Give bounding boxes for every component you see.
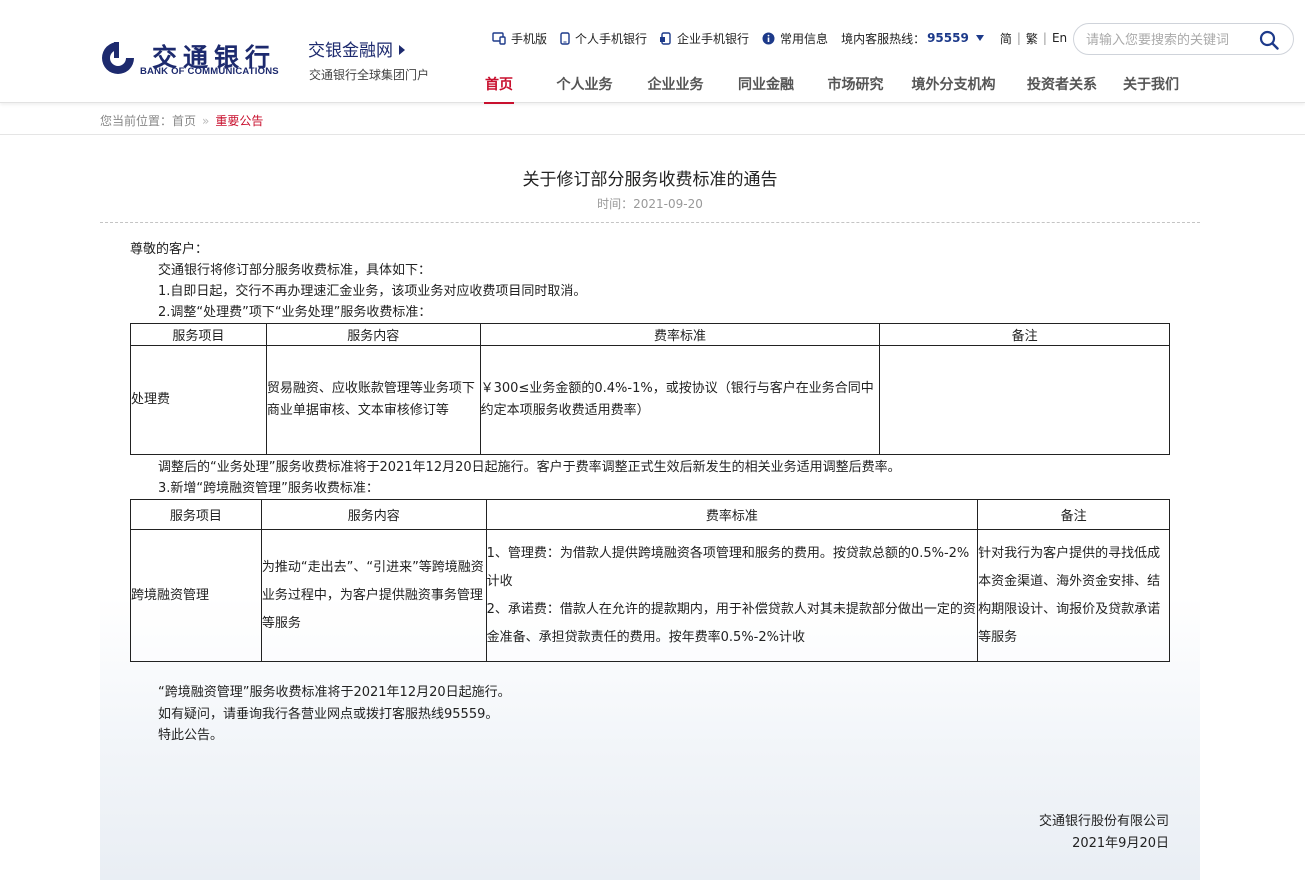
site-name-link[interactable]: 交银金融网 (308, 36, 405, 61)
hotline-label: 境内客服热线： (841, 31, 926, 46)
nav-about[interactable]: 关于我们 (1106, 70, 1196, 102)
table-cell-rate: 1、管理费：为借款人提供跨境融资各项管理和服务的费用。按贷款总额的0.5%-2%… (485, 529, 979, 662)
table-header-cell: 服务内容 (265, 323, 481, 346)
table-cell-remark: 针对我行为客户提供的寻找低成本资金渠道、海外资金安排、结构期限设计、询报价及贷款… (977, 529, 1170, 662)
mobile-version-label: 手机版 (511, 31, 548, 46)
breadcrumb-separator: » (202, 114, 210, 128)
signature-company: 交通银行股份有限公司 (1038, 814, 1169, 829)
table-header-cell: 服务项目 (130, 323, 267, 346)
table-row: 跨境融资管理 为推动“走出去”、“引进来”等跨境融资业务过程中，为客户提供融资事… (130, 529, 1170, 662)
triangle-right-icon (399, 45, 405, 55)
item-1: 1.自即日起，交行不再办理速汇金业务，该项业务对应收费项目同时取消。 (158, 284, 587, 299)
lang-simplified-link[interactable]: 简 (1000, 30, 1012, 47)
info-icon (762, 32, 775, 44)
hotline-number: 95559 (927, 31, 969, 45)
corporate-mobile-banking-link[interactable]: 企业手机银行 (660, 30, 749, 47)
site-name-label: 交银金融网 (308, 41, 393, 61)
table-cell-content: 贸易融资、应收账款管理等业务项下商业单据审核、文本审核修订等 (265, 345, 481, 455)
breadcrumb: 您当前位置：首页 » 重要公告 (100, 112, 263, 129)
common-info-label: 常用信息 (780, 31, 829, 46)
lang-traditional-link[interactable]: 繁 (1026, 30, 1038, 47)
table-header-row: 服务项目 服务内容 费率标准 备注 (130, 323, 1170, 346)
nav-interbank[interactable]: 同业金融 (710, 70, 822, 102)
breadcrumb-current[interactable]: 重要公告 (215, 114, 263, 128)
table-header-cell: 费率标准 (479, 323, 881, 346)
table-header-cell: 服务内容 (260, 499, 487, 530)
table-header-cell: 备注 (977, 499, 1170, 530)
item-2-note: 调整后的“业务处理”服务收费标准将于2021年12月20日起施行。客户于费率调整… (158, 460, 901, 475)
lang-divider: | (1016, 31, 1021, 45)
bank-logo[interactable]: 交通银行 BANK OF COMMUNICATIONS (100, 38, 300, 78)
breadcrumb-prefix: 您当前位置： (100, 114, 173, 128)
lang-english-link[interactable]: En (1052, 31, 1067, 45)
bank-logo-icon (102, 42, 134, 74)
closing-paragraph: 特此公告。 (158, 728, 224, 743)
table-cell-item: 跨境融资管理 (130, 529, 262, 662)
nav-home[interactable]: 首页 (470, 70, 528, 104)
table-header-cell: 费率标准 (485, 499, 979, 530)
processing-fee-table: 服务项目 服务内容 费率标准 备注 处理费 贸易融资、应收账款管理等业务项下商业… (130, 323, 1170, 455)
page-title: 关于修订部分服务收费标准的通告 (522, 170, 778, 190)
table-row: 处理费 贸易融资、应收账款管理等业务项下商业单据审核、文本审核修订等 ￥300≤… (130, 345, 1170, 455)
phone-icon (560, 31, 570, 45)
nav-overseas[interactable]: 境外分支机构 (889, 70, 1018, 102)
search-input[interactable] (1086, 30, 1256, 50)
contact-paragraph: 如有疑问，请垂询我行各营业网点或拨打客服热线95559。 (158, 707, 499, 722)
hotline-dropdown[interactable]: 境内客服热线： 95559 (841, 30, 1000, 47)
item-3-note: “跨境融资管理”服务收费标准将于2021年12月20日起施行。 (158, 685, 511, 700)
table-cell-item: 处理费 (130, 345, 267, 455)
logo-english-text: BANK OF COMMUNICATIONS (140, 66, 279, 77)
chevron-down-icon (975, 35, 984, 41)
corporate-phone-icon (660, 31, 671, 45)
table-header-row: 服务项目 服务内容 费率标准 备注 (130, 499, 1170, 530)
signature-date: 2021年9月20日 (1072, 836, 1169, 851)
lang-divider: | (1042, 31, 1047, 45)
breadcrumb-home[interactable]: 首页 (172, 114, 196, 128)
intro-paragraph: 交通银行将修订部分服务收费标准，具体如下： (158, 263, 432, 278)
rate-management-fee: 1、管理费：为借款人提供跨境融资各项管理和服务的费用。按贷款总额的0.5%-2%… (486, 545, 970, 589)
corporate-mobile-banking-label: 企业手机银行 (677, 31, 750, 46)
table-cell-remark (879, 345, 1170, 455)
rate-commitment-fee: 2、承诺费：借款人在允许的提款期内，用于补偿贷款人对其未提款部分做出一定的资金准… (486, 601, 976, 645)
main-nav: 首页 个人业务 企业业务 同业金融 市场研究 境外分支机构 投资者关系 关于我们 (470, 70, 1196, 104)
title-divider (100, 222, 1200, 223)
site-header: 交通银行 BANK OF COMMUNICATIONS 交银金融网 交通银行全球… (0, 0, 1305, 104)
table-header-cell: 服务项目 (130, 499, 262, 530)
nav-corporate[interactable]: 企业业务 (641, 70, 710, 102)
personal-mobile-banking-link[interactable]: 个人手机银行 (560, 30, 647, 47)
personal-mobile-banking-label: 个人手机银行 (575, 31, 648, 46)
site-tagline: 交通银行全球集团门户 (309, 68, 430, 82)
item-3: 3.新增“跨境融资管理”服务收费标准： (158, 481, 379, 496)
table-cell-content: 为推动“走出去”、“引进来”等跨境融资业务过程中，为客户提供融资事务管理等服务 (260, 529, 487, 662)
cross-border-fee-table: 服务项目 服务内容 费率标准 备注 跨境融资管理 为推动“走出去”、“引进来”等… (130, 499, 1170, 662)
nav-investor[interactable]: 投资者关系 (1018, 70, 1106, 102)
table-header-cell: 备注 (879, 323, 1170, 346)
nav-research[interactable]: 市场研究 (822, 70, 889, 102)
common-info-link[interactable]: 常用信息 (762, 30, 828, 47)
search-icon[interactable] (1259, 30, 1279, 50)
search-box (1073, 23, 1294, 55)
breadcrumb-divider (0, 134, 1305, 135)
mobile-version-link[interactable]: 手机版 (492, 30, 547, 47)
top-links: 手机版 个人手机银行 企业手机银行 常用信息 境内客服热线： 95559 简 |… (492, 28, 1067, 48)
greeting: 尊敬的客户： (130, 242, 209, 257)
table-cell-rate: ￥300≤业务金额的0.4%-1%，或按协议（银行与客户在业务合同中约定本项服务… (479, 345, 881, 455)
publish-date: 时间：2021-09-20 (597, 197, 703, 211)
item-2: 2.调整“处理费”项下“业务处理”服务收费标准： (158, 305, 432, 320)
nav-personal[interactable]: 个人业务 (528, 70, 641, 102)
mobile-screen-icon (492, 31, 506, 45)
